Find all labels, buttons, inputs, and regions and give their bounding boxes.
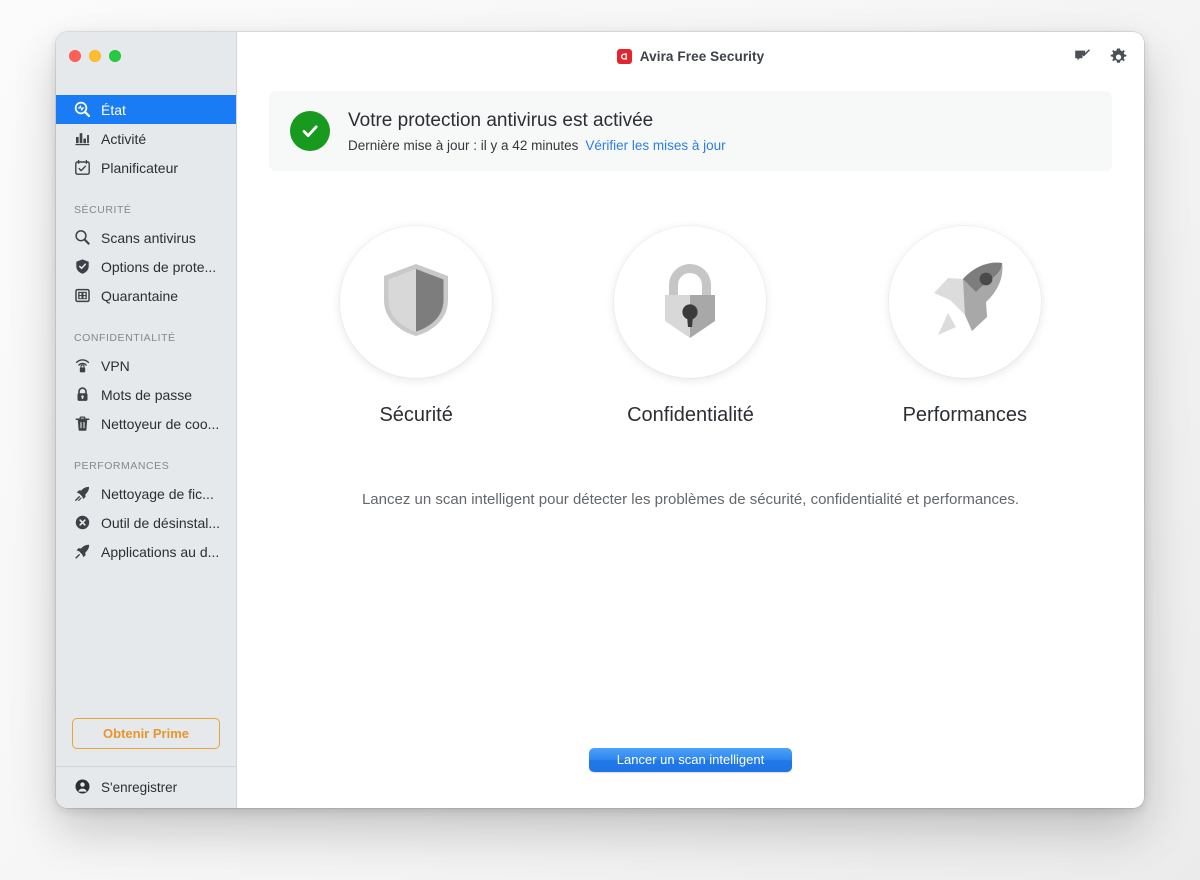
feature-circle (614, 226, 767, 378)
status-magnifier-icon (74, 101, 91, 118)
sidebar-item-label: Planificateur (101, 159, 179, 176)
zoom-button[interactable] (109, 50, 121, 62)
register-row[interactable]: S'enregistrer (56, 766, 236, 808)
sidebar-item-label: VPN (101, 357, 130, 374)
sidebar-item-vpn[interactable]: VPN (56, 351, 236, 380)
feature-cards: Sécurité Confidentialité Performances (269, 226, 1112, 427)
app-brand: Avira Free Security (616, 48, 765, 64)
minimize-button[interactable] (89, 50, 101, 62)
sidebar-item-label: Outil de désinstal... (101, 514, 221, 531)
bar-chart-icon (74, 130, 91, 147)
close-button[interactable] (69, 50, 81, 62)
sidebar-item-label: Activité (101, 130, 147, 147)
desktop-backdrop: État Activité Planificateur SÉCURITÉ Sca… (0, 0, 1200, 880)
quarantine-box-icon (74, 287, 91, 304)
sidebar-item-scans-antivirus[interactable]: Scans antivirus (56, 223, 236, 252)
check-updates-link[interactable]: Vérifier les mises à jour (585, 138, 725, 153)
sidebar-item-nettoyage-de-fichiers[interactable]: Nettoyage de fic... (56, 479, 236, 508)
titlebar-actions (1073, 32, 1128, 80)
sidebar-item-mots-de-passe[interactable]: Mots de passe (56, 380, 236, 409)
feature-label: Performances (902, 404, 1028, 426)
feature-circle (340, 226, 493, 378)
sidebar-item-label: État (101, 101, 126, 118)
feature-circle (888, 226, 1041, 378)
sidebar-nav: État Activité Planificateur SÉCURITÉ Sca… (56, 80, 236, 718)
feature-label: Confidentialité (627, 404, 754, 426)
rocket-icon (74, 543, 91, 560)
feature-performances[interactable]: Performances (850, 226, 1080, 427)
premium-wrapper: Obtenir Prime (56, 718, 236, 766)
content-area: Votre protection antivirus est activée D… (237, 80, 1144, 808)
status-banner: Votre protection antivirus est activée D… (269, 91, 1112, 171)
traffic-lights (56, 32, 236, 80)
main-panel: Avira Free Security Votre protection ant… (237, 32, 1144, 808)
rocket-broom-icon (74, 485, 91, 502)
padlock-large-icon (652, 259, 728, 346)
sidebar-group-title-performances: PERFORMANCES (74, 460, 170, 472)
sidebar-item-applications-au-demarrage[interactable]: Applications au d... (56, 537, 236, 566)
app-title: Avira Free Security (639, 48, 765, 64)
padlock-icon (74, 386, 91, 403)
start-smart-scan-button[interactable]: Lancer un scan intelligent (589, 748, 792, 772)
magnifier-icon (74, 229, 91, 246)
status-title: Votre protection antivirus est activée (348, 109, 654, 131)
titlebar: Avira Free Security (237, 32, 1144, 80)
shield-icon (378, 260, 454, 345)
trash-icon (74, 415, 91, 432)
cta-wrapper: Lancer un scan intelligent (237, 748, 1144, 772)
green-check-circle-icon (290, 111, 330, 151)
tagline: Lancez un scan intelligent pour détecter… (361, 491, 1020, 508)
vpn-signal-lock-icon (74, 357, 91, 374)
feature-confidentialite[interactable]: Confidentialité (575, 226, 805, 427)
calendar-check-icon (74, 159, 91, 176)
sidebar-item-label: Scans antivirus (101, 229, 196, 246)
get-premium-button[interactable]: Obtenir Prime (72, 718, 220, 749)
sidebar-item-outil-de-desinstallation[interactable]: Outil de désinstal... (56, 508, 236, 537)
register-label: S'enregistrer (101, 780, 178, 795)
avira-logo-icon (616, 48, 632, 64)
feature-securite[interactable]: Sécurité (301, 226, 531, 427)
sidebar-item-label: Quarantaine (101, 287, 179, 304)
gear-icon[interactable] (1109, 47, 1128, 66)
status-texts: Votre protection antivirus est activée D… (348, 110, 726, 153)
shield-check-icon (74, 258, 91, 275)
sidebar-item-label: Mots de passe (101, 386, 193, 403)
account-circle-icon (74, 778, 91, 798)
sidebar-item-quarantaine[interactable]: Quarantaine (56, 281, 236, 310)
status-subtitle-row: Dernière mise à jour : il y a 42 minutes… (348, 138, 726, 153)
sidebar-item-label: Nettoyeur de coo... (101, 415, 220, 432)
sidebar-item-options-de-protection[interactable]: Options de prote... (56, 252, 236, 281)
sidebar-footer: Obtenir Prime S'enregistrer (56, 718, 236, 808)
sidebar-item-label: Options de prote... (101, 258, 217, 275)
feedback-edit-icon[interactable] (1073, 47, 1092, 66)
sidebar-group-title-securite: SÉCURITÉ (74, 204, 132, 216)
feature-label: Sécurité (379, 404, 453, 426)
sidebar-item-nettoyeur-de-cookies[interactable]: Nettoyeur de coo... (56, 409, 236, 438)
sidebar-item-activite[interactable]: Activité (56, 124, 236, 153)
sidebar-item-etat[interactable]: État (56, 95, 236, 124)
x-circle-icon (74, 514, 91, 531)
app-window: État Activité Planificateur SÉCURITÉ Sca… (56, 32, 1144, 808)
rocket-large-icon (922, 257, 1008, 348)
sidebar-group-title-confidentialite: CONFIDENTIALITÉ (74, 332, 176, 344)
sidebar-item-planificateur[interactable]: Planificateur (56, 153, 236, 182)
sidebar: État Activité Planificateur SÉCURITÉ Sca… (56, 32, 237, 808)
status-last-update: Dernière mise à jour : il y a 42 minutes (348, 137, 579, 153)
sidebar-item-label: Applications au d... (101, 543, 220, 560)
sidebar-item-label: Nettoyage de fic... (101, 485, 214, 502)
